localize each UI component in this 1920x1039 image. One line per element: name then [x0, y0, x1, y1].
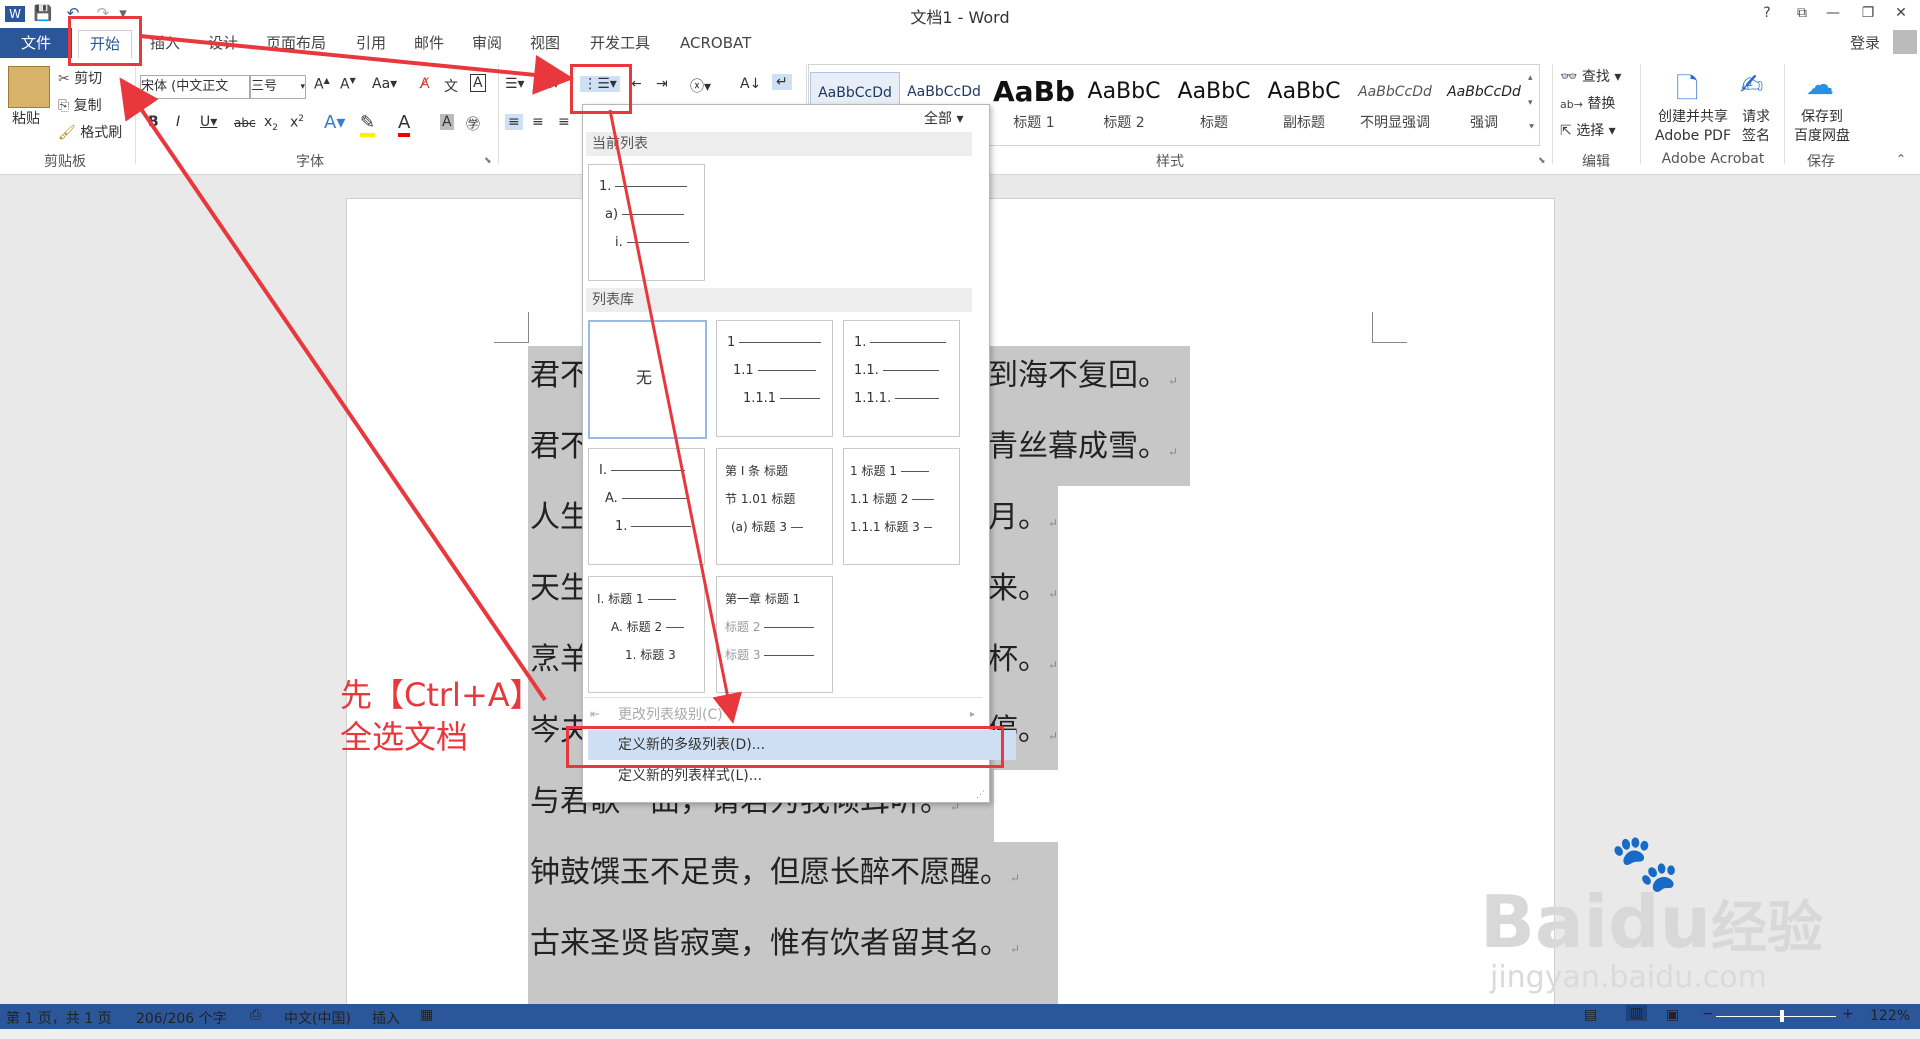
read-mode-icon[interactable]: ▤	[1584, 1007, 1597, 1023]
zoom-out-icon[interactable]: −	[1702, 1006, 1714, 1022]
status-word-count[interactable]: 206/206 个字	[136, 1008, 227, 1028]
arrow-multilevel-to-define	[608, 109, 742, 724]
status-language[interactable]: 中文(中国)	[284, 1008, 351, 1028]
watermark-url: jingyan.baidu.com	[1490, 960, 1767, 995]
watermark-brand: Baidu经验	[1480, 880, 1823, 964]
web-layout-icon[interactable]: ▣	[1666, 1007, 1679, 1023]
macro-record-icon[interactable]: ▦	[420, 1007, 433, 1023]
annotation-text-select-all: 全选文档	[340, 718, 469, 756]
arrow-home-to-multilevel	[139, 34, 574, 95]
status-page[interactable]: 第 1 页，共 1 页	[6, 1008, 112, 1028]
arrow-annotation-to-home	[119, 77, 547, 702]
print-layout-icon[interactable]: ▥	[1626, 1005, 1648, 1021]
zoom-in-icon[interactable]: +	[1842, 1006, 1854, 1022]
baidu-watermark: 🐾 Baidu经验 jingyan.baidu.com	[1480, 830, 1910, 1000]
taskbar-strip	[0, 1029, 1920, 1039]
zoom-slider-thumb[interactable]	[1780, 1010, 1784, 1022]
proofing-icon[interactable]: ⎙	[250, 1007, 261, 1023]
zoom-level[interactable]: 122%	[1870, 1008, 1910, 1024]
zoom-slider[interactable]	[1716, 1016, 1836, 1017]
status-insert-mode[interactable]: 插入	[372, 1008, 400, 1028]
annotation-text-ctrl-a: 先【Ctrl+A】	[340, 676, 542, 714]
